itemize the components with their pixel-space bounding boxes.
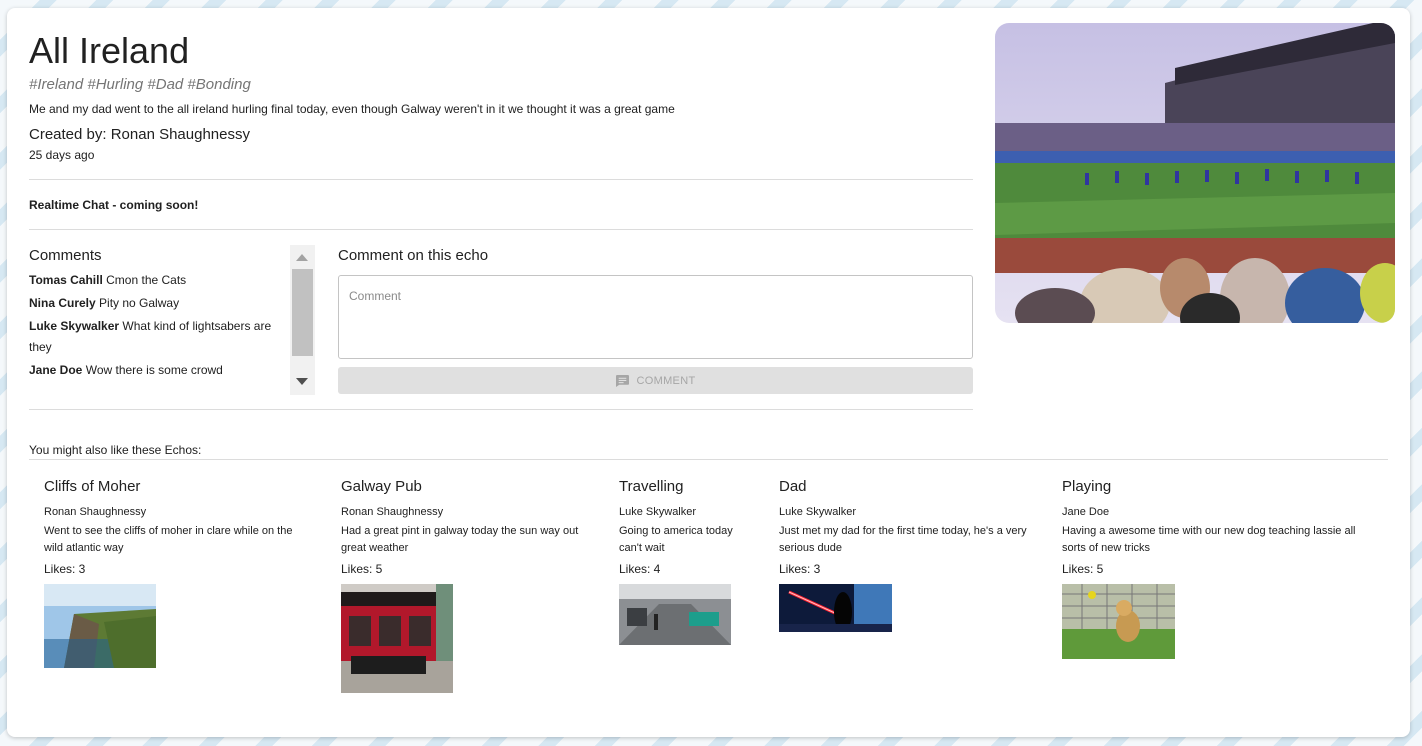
scroll-up-arrow-icon[interactable] [296,254,308,261]
comments-section: Comments Tomas Cahill Cmon the Cats Nina… [29,245,973,409]
echo-timestamp: 25 days ago [29,148,95,162]
comment-input[interactable] [338,275,973,359]
related-echo-author: Luke Skywalker [779,506,857,518]
related-echo-card[interactable]: Playing Jane Doe Having a awesome time w… [1062,478,1362,659]
scroll-down-arrow-icon[interactable] [296,378,308,385]
related-echo-author: Luke Skywalker [619,506,697,518]
comment-button[interactable]: COMMENT [338,367,973,394]
related-echo-author: Jane Doe [1062,506,1110,518]
comment-author: Jane Doe [29,363,83,377]
related-echo-author: Ronan Shaughnessy [341,506,444,518]
cliffs-photo-icon[interactable] [44,584,156,668]
comment-author: Luke Skywalker [29,319,120,333]
comment-author: Tomas Cahill [29,273,103,287]
echo-creator: Created by: Ronan Shaughnessy [29,126,250,143]
related-echo-title[interactable]: Cliffs of Moher [44,478,314,496]
comment-list: Tomas Cahill Cmon the Cats Nina Curely P… [29,270,315,381]
realtime-chat-notice: Realtime Chat - coming soon! [29,198,199,212]
related-echos-label: You might also like these Echos: [29,443,202,457]
related-echo-card[interactable]: Cliffs of Moher Ronan Shaughnessy Went t… [44,478,314,668]
related-echo-likes: Likes: 5 [1062,562,1104,576]
comments-panel[interactable]: Comments Tomas Cahill Cmon the Cats Nina… [29,245,315,395]
stadium-photo-icon [995,23,1395,323]
related-echo-likes: Likes: 3 [779,562,821,576]
echo-description: Me and my dad went to the all ireland hu… [29,102,675,116]
pub-photo-icon[interactable] [341,584,453,693]
divider [29,179,973,180]
related-echo-card[interactable]: Dad Luke Skywalker Just met my dad for t… [779,478,1029,632]
divider [29,459,1388,460]
divider [29,409,973,410]
related-echo-description: Went to see the cliffs of moher in clare… [44,525,293,554]
related-echo-description: Going to america today can't wait [619,525,733,554]
echo-hero-image [995,23,1395,323]
related-echo-title[interactable]: Travelling [619,478,744,496]
divider [29,229,973,230]
comment-text: Pity no Galway [99,296,180,310]
comment-item: Tomas Cahill Cmon the Cats [29,270,284,291]
related-echo-description: Just met my dad for the first time today… [779,525,1027,554]
echo-title: All Ireland [29,30,190,71]
comment-text: Wow there is some crowd [85,363,223,377]
compose-title: Comment on this echo [338,247,489,264]
related-echo-likes: Likes: 3 [44,562,86,576]
comment-author: Nina Curely [29,296,96,310]
comment-item: Luke Skywalker What kind of lightsabers … [29,316,284,358]
related-echo-title[interactable]: Playing [1062,478,1362,496]
airport-photo-icon[interactable] [619,584,731,645]
comment-text: Cmon the Cats [106,273,187,287]
echo-tags: #Ireland #Hurling #Dad #Bonding [29,76,251,93]
echo-card: All Ireland #Ireland #Hurling #Dad #Bond… [7,8,1410,737]
comment-item: Jane Doe Wow there is some crowd [29,360,284,381]
related-echo-card[interactable]: Travelling Luke Skywalker Going to ameri… [619,478,744,645]
related-echo-description: Having a awesome time with our new dog t… [1062,525,1356,554]
related-echo-likes: Likes: 4 [619,562,661,576]
comment-item: Nina Curely Pity no Galway [29,293,284,314]
scroll-thumb[interactable] [292,269,313,356]
dog-photo-icon[interactable] [1062,584,1175,659]
related-echo-card[interactable]: Galway Pub Ronan Shaughnessy Had a great… [341,478,581,693]
comments-scrollbar[interactable] [290,245,315,395]
lightsaber-photo-icon[interactable] [779,584,892,632]
comment-compose: Comment on this echo COMMENT [338,245,973,394]
related-echo-title[interactable]: Dad [779,478,1029,496]
comment-button-label: COMMENT [636,374,696,387]
echo-details: All Ireland #Ireland #Hurling #Dad #Bond… [29,30,973,410]
chat-icon [615,374,629,387]
related-echo-description: Had a great pint in galway today the sun… [341,525,579,554]
comments-title: Comments [29,247,102,264]
related-echo-author: Ronan Shaughnessy [44,506,147,518]
related-echo-title[interactable]: Galway Pub [341,478,581,496]
related-echo-likes: Likes: 5 [341,562,383,576]
